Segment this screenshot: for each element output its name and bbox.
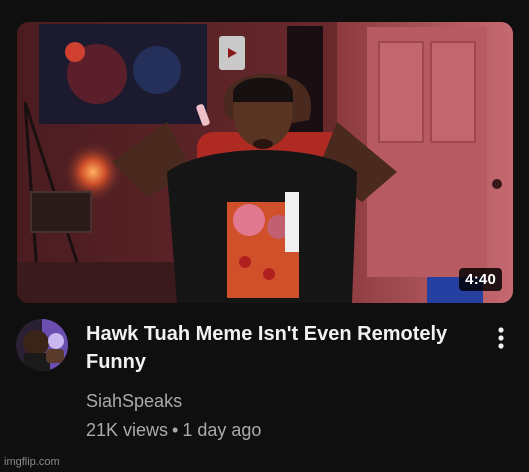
avatar-image <box>16 319 68 371</box>
upload-age: 1 day ago <box>182 420 262 440</box>
video-card: 4:40 Hawk Tuah Meme Isn't Even Remotely … <box>0 0 529 472</box>
channel-avatar[interactable] <box>16 319 68 371</box>
thumbnail-image <box>17 22 513 303</box>
stats-separator: • <box>172 420 179 440</box>
view-count: 21K views <box>86 420 169 440</box>
more-vert-icon-graphic <box>498 327 504 349</box>
video-duration-badge: 4:40 <box>459 268 502 291</box>
video-thumbnail[interactable]: 4:40 <box>17 22 513 303</box>
watermark-text: imgflip.com <box>4 456 60 468</box>
video-title[interactable]: Hawk Tuah Meme Isn't Even Remotely Funny <box>86 320 481 376</box>
video-stats: 21K views • 1 day ago <box>86 420 261 441</box>
more-vert-icon[interactable] <box>489 322 513 354</box>
channel-name[interactable]: SiahSpeaks <box>86 391 182 412</box>
